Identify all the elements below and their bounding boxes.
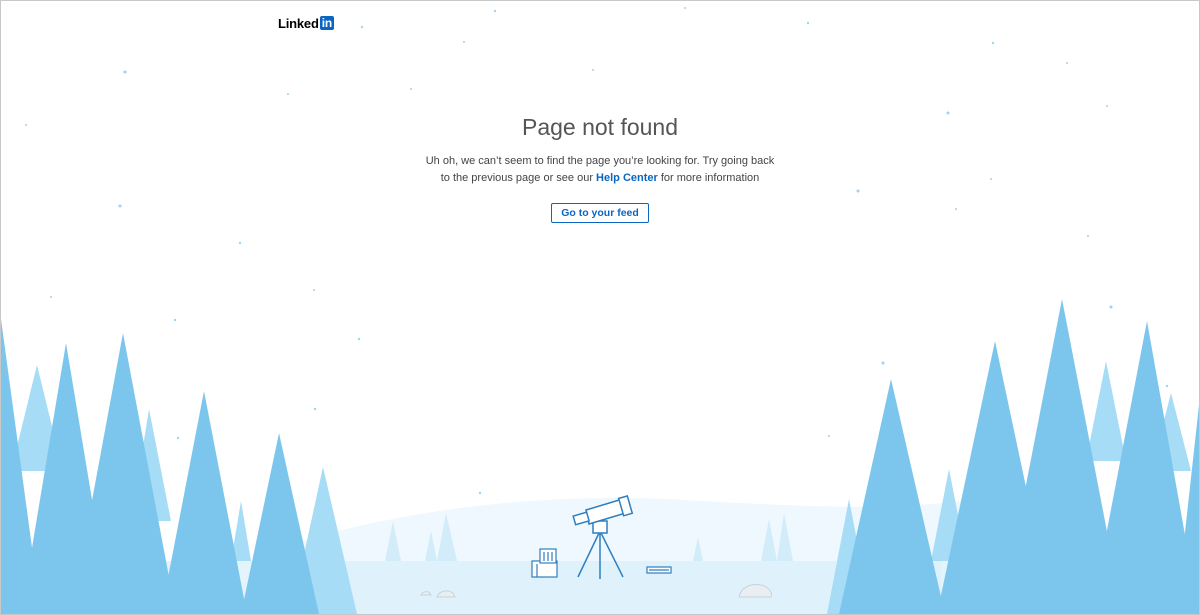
message-text-end: for more information: [657, 172, 760, 184]
linkedin-logo[interactable]: Linked in: [278, 15, 334, 31]
book-icon: [646, 566, 672, 574]
error-message: Uh oh, we can’t seem to find the page yo…: [420, 153, 780, 187]
right-forest: [827, 299, 1199, 614]
error-content: Page not found Uh oh, we can’t seem to f…: [1, 109, 1199, 223]
background-illustration: [1, 7, 1199, 614]
left-forest: [1, 319, 357, 614]
logo-in-box: in: [319, 16, 334, 30]
help-center-link[interactable]: Help Center: [596, 172, 658, 184]
go-to-feed-button[interactable]: Go to your feed: [551, 203, 649, 223]
logo-wordmark: Linked: [278, 15, 319, 31]
page-container: Linked in Page not found Uh oh, we can’t…: [0, 0, 1200, 615]
page-title: Page not found: [521, 114, 679, 140]
